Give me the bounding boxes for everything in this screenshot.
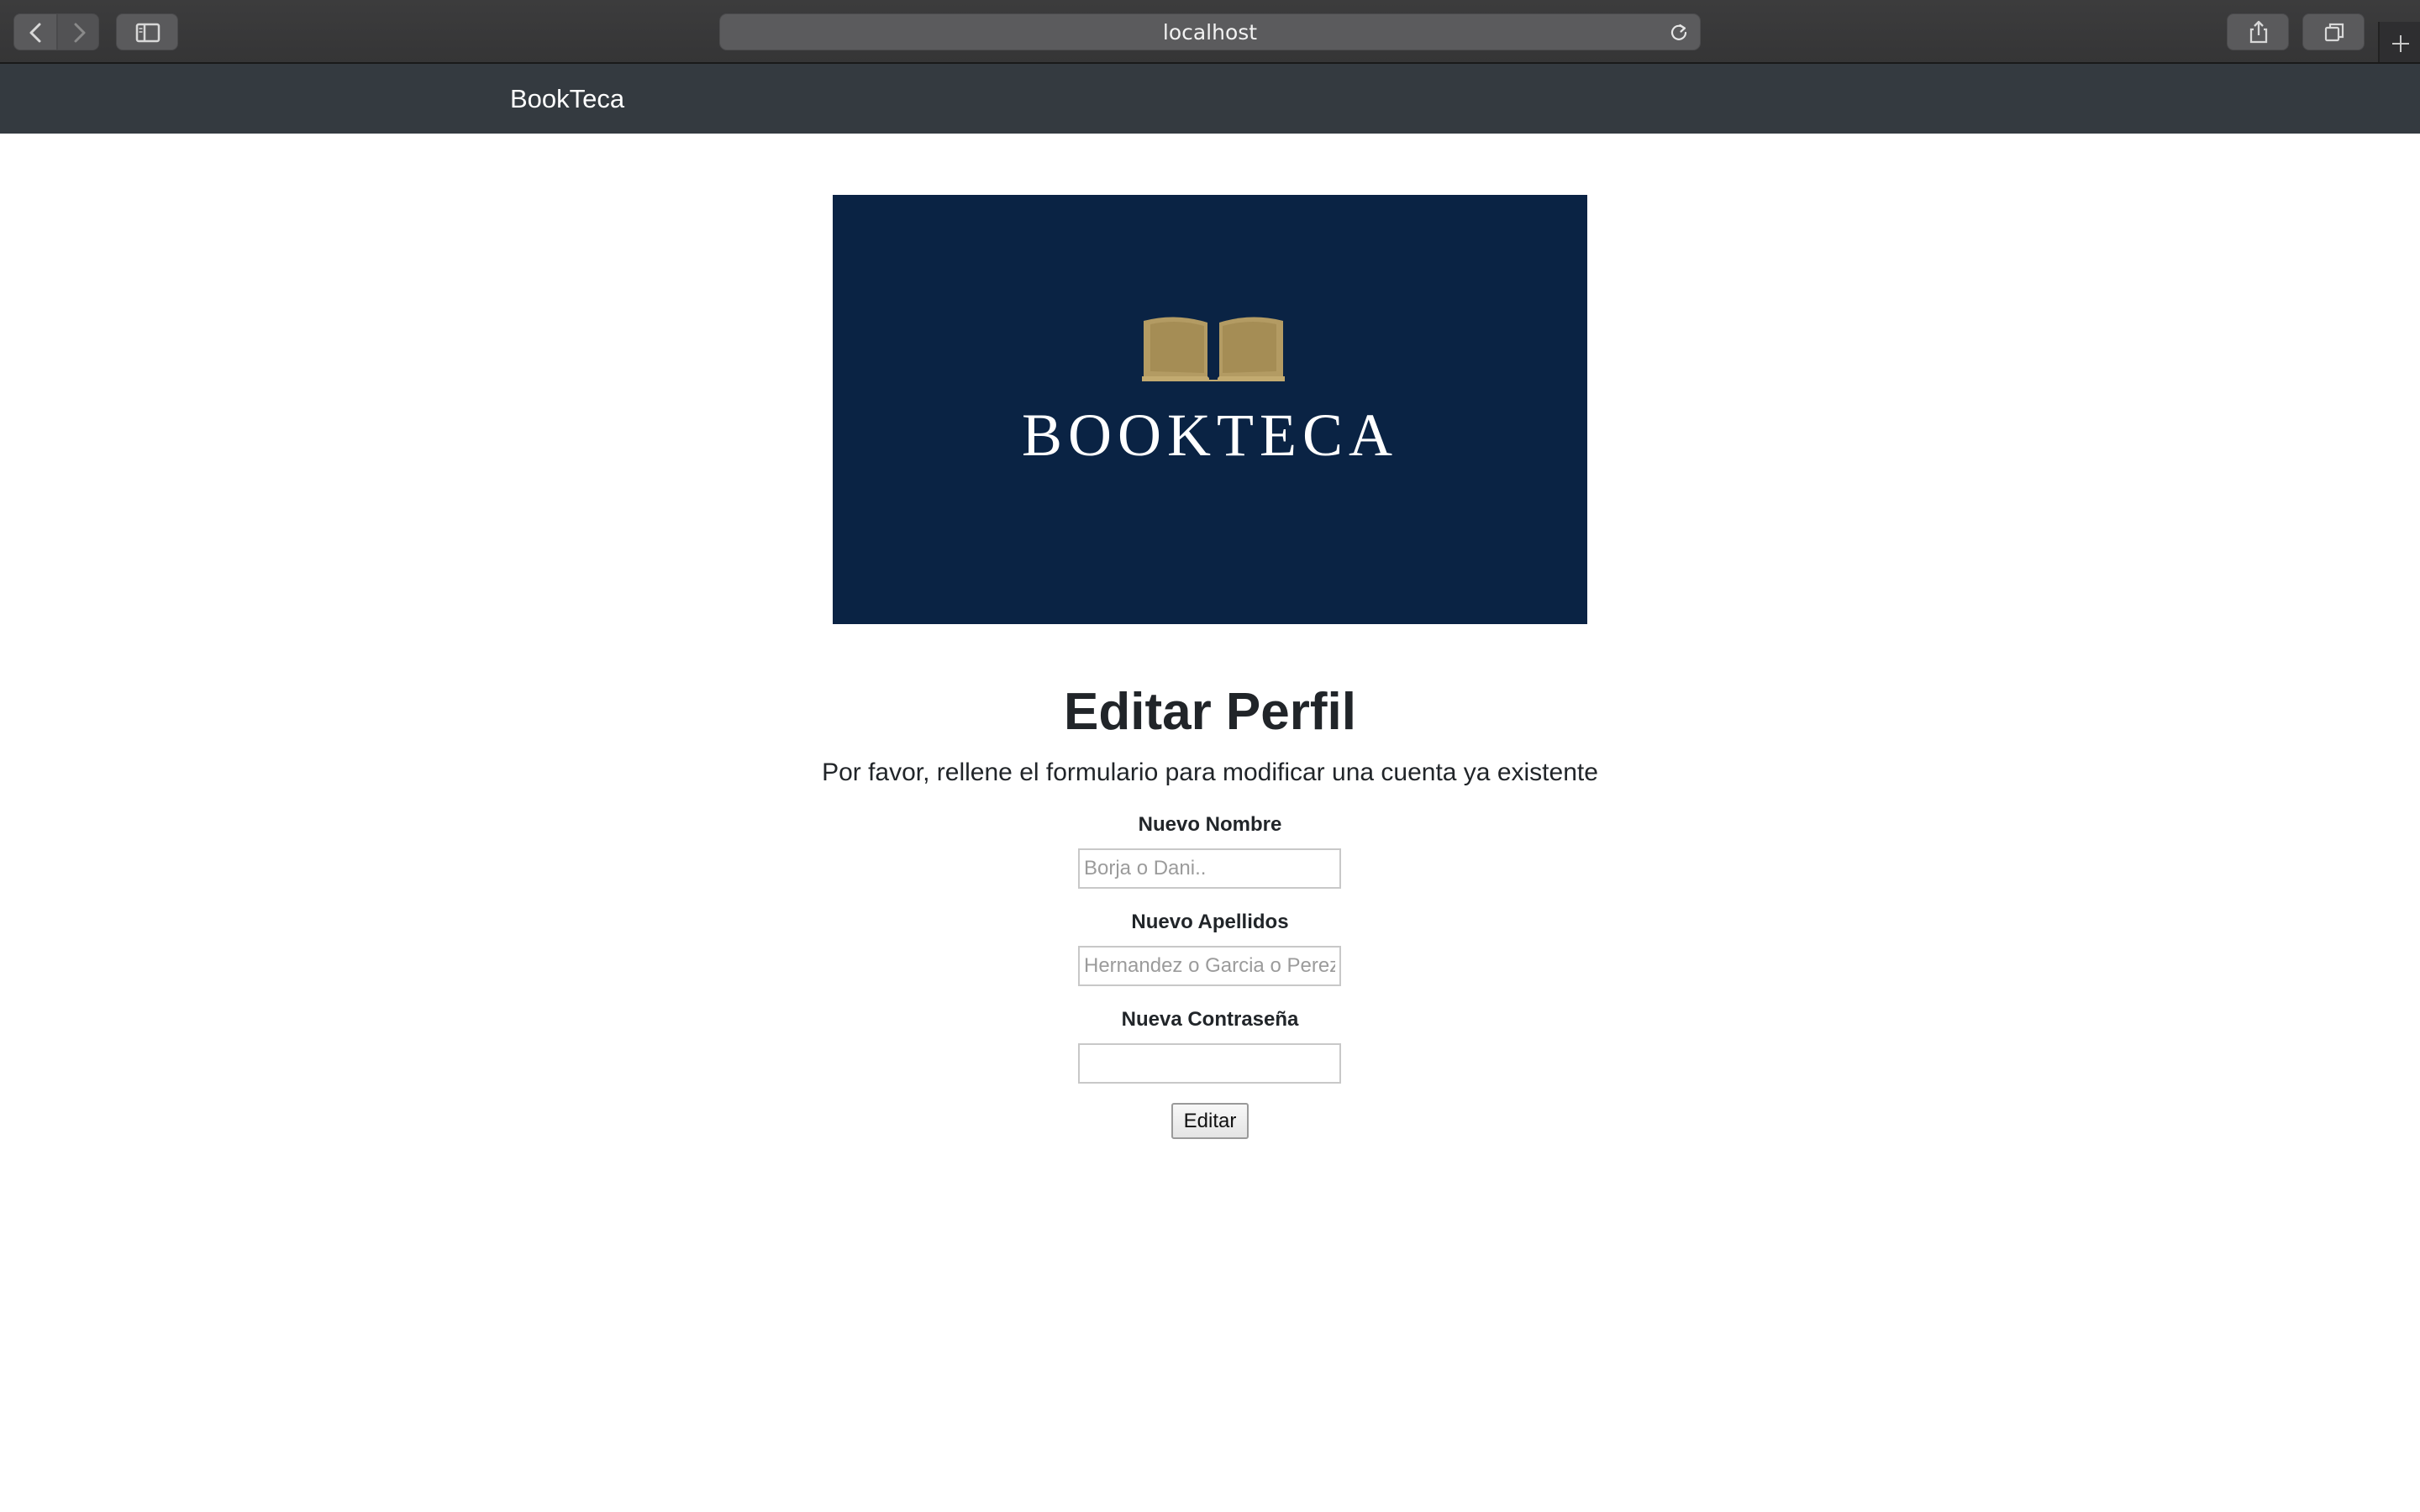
sidebar-button[interactable] bbox=[116, 13, 178, 50]
form-intro: Por favor, rellene el formulario para mo… bbox=[822, 759, 1598, 786]
page-title: Editar Perfil bbox=[1064, 683, 1356, 741]
nombre-input[interactable] bbox=[1078, 848, 1341, 889]
contrasena-label: Nueva Contraseña bbox=[1121, 1008, 1299, 1031]
navbar-brand[interactable]: BookTeca bbox=[510, 64, 624, 134]
chevron-right-icon bbox=[74, 23, 86, 43]
plus-icon bbox=[2392, 35, 2409, 52]
logo-text: BOOKTECA bbox=[1022, 402, 1398, 469]
tabs-overview-button[interactable] bbox=[2302, 13, 2365, 50]
contrasena-input[interactable] bbox=[1078, 1043, 1341, 1084]
bookteca-logo: BOOKTECA bbox=[833, 195, 1587, 624]
forward-button[interactable] bbox=[57, 13, 99, 50]
chevron-left-icon bbox=[29, 23, 41, 43]
open-book-icon bbox=[1142, 317, 1285, 381]
apellidos-input[interactable] bbox=[1078, 946, 1341, 986]
address-bar[interactable]: localhost bbox=[719, 13, 1701, 50]
apellidos-label: Nuevo Apellidos bbox=[1131, 911, 1289, 933]
reload-icon[interactable] bbox=[1668, 23, 1690, 43]
browser-toolbar: localhost bbox=[0, 0, 2420, 64]
share-icon bbox=[2249, 20, 2268, 44]
back-button[interactable] bbox=[13, 13, 57, 50]
nombre-label: Nuevo Nombre bbox=[1138, 813, 1282, 836]
url-text: localhost bbox=[1162, 20, 1258, 45]
share-button[interactable] bbox=[2227, 13, 2289, 50]
new-tab-button[interactable] bbox=[2378, 22, 2420, 62]
tabs-overview-icon bbox=[2324, 23, 2344, 42]
editar-button[interactable]: Editar bbox=[1171, 1103, 1249, 1139]
sidebar-icon bbox=[135, 23, 160, 43]
navbar: BookTeca bbox=[0, 64, 2420, 134]
